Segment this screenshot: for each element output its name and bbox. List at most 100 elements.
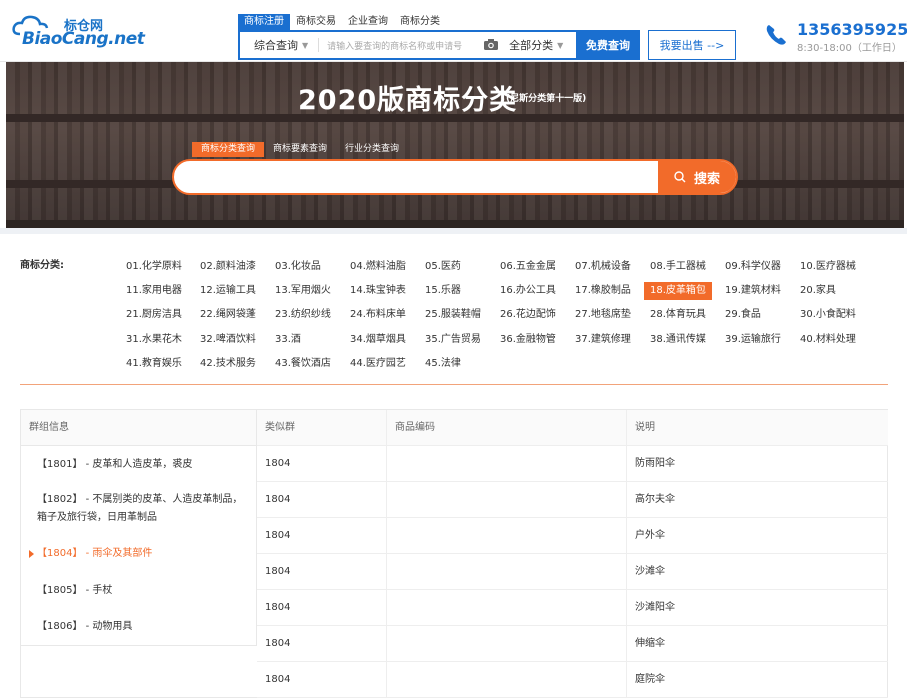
- category-item[interactable]: 37.建筑修理: [573, 331, 633, 349]
- hero-banner: 2020版商标分类 (尼斯分类第十一版) 商标分类查询 商标要素查询 行业分类查…: [6, 62, 904, 228]
- category-item[interactable]: 33.酒: [273, 331, 303, 349]
- category-item[interactable]: 10.医疗器械: [798, 258, 858, 276]
- category-item[interactable]: 29.食品: [723, 306, 763, 324]
- group-list-header: 群组信息: [21, 410, 256, 446]
- category-item[interactable]: 32.啤酒饮料: [198, 331, 258, 349]
- cell-goods-code: [387, 482, 627, 518]
- banner-search-input[interactable]: [188, 161, 648, 193]
- cell-goods-code: [387, 662, 627, 698]
- group-item-1801[interactable]: 【1801】 - 皮革和人造皮革，裘皮: [21, 456, 257, 474]
- table-header: 类似群 商品编码 说明: [257, 410, 888, 446]
- tab-industry-query[interactable]: 行业分类查询: [336, 142, 408, 157]
- category-item[interactable]: 03.化妆品: [273, 258, 323, 276]
- category-item[interactable]: 17.橡胶制品: [573, 282, 633, 300]
- category-item[interactable]: 35.广告贸易: [423, 331, 483, 349]
- group-item-1806[interactable]: 【1806】 - 动物用具: [21, 618, 257, 636]
- site-header: 标仓网 BiaoCang.net 商标注册 商标交易 企业查询 商标分类 综合查…: [0, 0, 907, 62]
- category-item[interactable]: 27.地毯席垫: [573, 306, 633, 324]
- cell-description: 庭院伞: [635, 674, 665, 685]
- page-title: 2020版商标分类: [298, 85, 518, 116]
- banner-bottom-edge: [6, 220, 904, 228]
- tab-element-query[interactable]: 商标要素查询: [264, 142, 336, 157]
- category-item[interactable]: 36.金融物管: [498, 331, 558, 349]
- category-item[interactable]: 05.医药: [423, 258, 463, 276]
- category-item[interactable]: 18.皮革箱包: [644, 282, 712, 300]
- cell-similar-group: 1804: [257, 446, 387, 482]
- search-type-label: 综合查询: [254, 39, 298, 52]
- category-item[interactable]: 42.技术服务: [198, 355, 258, 373]
- category-item[interactable]: 20.家具: [798, 282, 838, 300]
- cell-similar-group: 1804: [257, 518, 387, 554]
- group-list: 群组信息 【1801】 - 皮革和人造皮革，裘皮 【1802】 - 不属别类的皮…: [21, 410, 257, 646]
- group-item-1804[interactable]: 【1804】 - 雨伞及其部件: [21, 545, 257, 563]
- header-search-input[interactable]: 请输入要查询的商标名称或申请号: [323, 39, 473, 52]
- category-item[interactable]: 31.水果花木: [124, 331, 184, 349]
- tab-category-query[interactable]: 商标分类查询: [192, 142, 265, 157]
- category-item[interactable]: 02.颜料油漆: [198, 258, 258, 276]
- category-item[interactable]: 12.运输工具: [198, 282, 258, 300]
- category-item[interactable]: 14.珠宝钟表: [348, 282, 408, 300]
- cell-similar-group: 1804: [257, 482, 387, 518]
- logo-english: BiaoCang.net: [22, 29, 145, 49]
- category-item[interactable]: 11.家用电器: [124, 282, 184, 300]
- category-item[interactable]: 38.通讯传媒: [648, 331, 708, 349]
- tab-company-query[interactable]: 企业查询: [342, 14, 394, 30]
- category-item[interactable]: 26.花边配饰: [498, 306, 558, 324]
- category-item[interactable]: 43.餐饮酒店: [273, 355, 333, 373]
- category-item[interactable]: 22.绳网袋蓬: [198, 306, 258, 324]
- category-item[interactable]: 39.运输旅行: [723, 331, 783, 349]
- column-header-goods-code: 商品编码: [387, 410, 627, 446]
- free-query-button[interactable]: 免费查询: [576, 30, 640, 60]
- tab-trademark-register[interactable]: 商标注册: [238, 14, 290, 30]
- table-row: 1804 伸缩伞: [257, 626, 888, 662]
- category-select[interactable]: 全部分类 ▼: [509, 37, 563, 53]
- category-item[interactable]: 07.机械设备: [573, 258, 633, 276]
- group-item-1802[interactable]: 【1802】 - 不属别类的皮革、人造皮革制品，箱子及旅行袋，日用革制品: [21, 491, 257, 527]
- cell-similar-group: 1804: [257, 590, 387, 626]
- category-item[interactable]: 16.办公工具: [498, 282, 558, 300]
- orange-divider: [20, 384, 888, 385]
- category-item[interactable]: 06.五金金属: [498, 258, 558, 276]
- category-item[interactable]: 23.纺织纱线: [273, 306, 333, 324]
- table-row: 1804 防雨阳伞: [257, 446, 888, 482]
- sell-trademark-button[interactable]: 我要出售 -->: [648, 30, 736, 60]
- chevron-down-icon: ▼: [302, 40, 309, 50]
- tab-trademark-trade[interactable]: 商标交易: [290, 14, 342, 30]
- contact-phone: 13563959252 8:30-18:00（工作日）: [764, 20, 907, 54]
- category-item[interactable]: 41.教育娱乐: [124, 355, 184, 373]
- category-item[interactable]: 21.厨房洁具: [124, 306, 184, 324]
- phone-icon: [764, 23, 788, 53]
- cell-goods-code: [387, 590, 627, 626]
- search-type-select[interactable]: 综合查询 ▼: [240, 37, 314, 53]
- cell-goods-code: [387, 518, 627, 554]
- category-item[interactable]: 44.医疗园艺: [348, 355, 408, 373]
- page-subtitle: (尼斯分类第十一版): [506, 94, 587, 104]
- category-item[interactable]: 15.乐器: [423, 282, 463, 300]
- category-item[interactable]: 24.布料床单: [348, 306, 408, 324]
- category-item[interactable]: 34.烟草烟具: [348, 331, 408, 349]
- cell-similar-group: 1804: [257, 554, 387, 590]
- banner-search-box: 搜索: [172, 159, 738, 195]
- site-logo[interactable]: 标仓网 BiaoCang.net: [8, 14, 145, 50]
- column-header-similar-group: 类似群: [257, 410, 387, 446]
- phone-number: 13563959252: [797, 20, 907, 39]
- camera-icon[interactable]: [483, 38, 501, 52]
- category-item[interactable]: 19.建筑材料: [723, 282, 783, 300]
- category-item[interactable]: 08.手工器械: [648, 258, 708, 276]
- category-item[interactable]: 30.小食配料: [798, 306, 858, 324]
- table-row: 1804 庭院伞: [257, 662, 888, 698]
- banner-search-button[interactable]: 搜索: [658, 161, 736, 193]
- category-item[interactable]: 40.材料处理: [798, 331, 858, 349]
- column-header-description: 说明: [635, 422, 655, 433]
- category-item[interactable]: 25.服装鞋帽: [423, 306, 483, 324]
- category-item[interactable]: 28.体育玩具: [648, 306, 708, 324]
- category-item[interactable]: 01.化学原料: [124, 258, 184, 276]
- category-item[interactable]: 13.军用烟火: [273, 282, 333, 300]
- category-item[interactable]: 09.科学仪器: [723, 258, 783, 276]
- category-item[interactable]: 45.法律: [423, 355, 463, 373]
- category-label: 商标分类:: [20, 260, 64, 271]
- tab-trademark-category[interactable]: 商标分类: [394, 14, 446, 30]
- business-hours: 8:30-18:00（工作日）: [797, 43, 902, 54]
- group-item-1805[interactable]: 【1805】 - 手杖: [21, 582, 257, 600]
- category-item[interactable]: 04.燃料油脂: [348, 258, 408, 276]
